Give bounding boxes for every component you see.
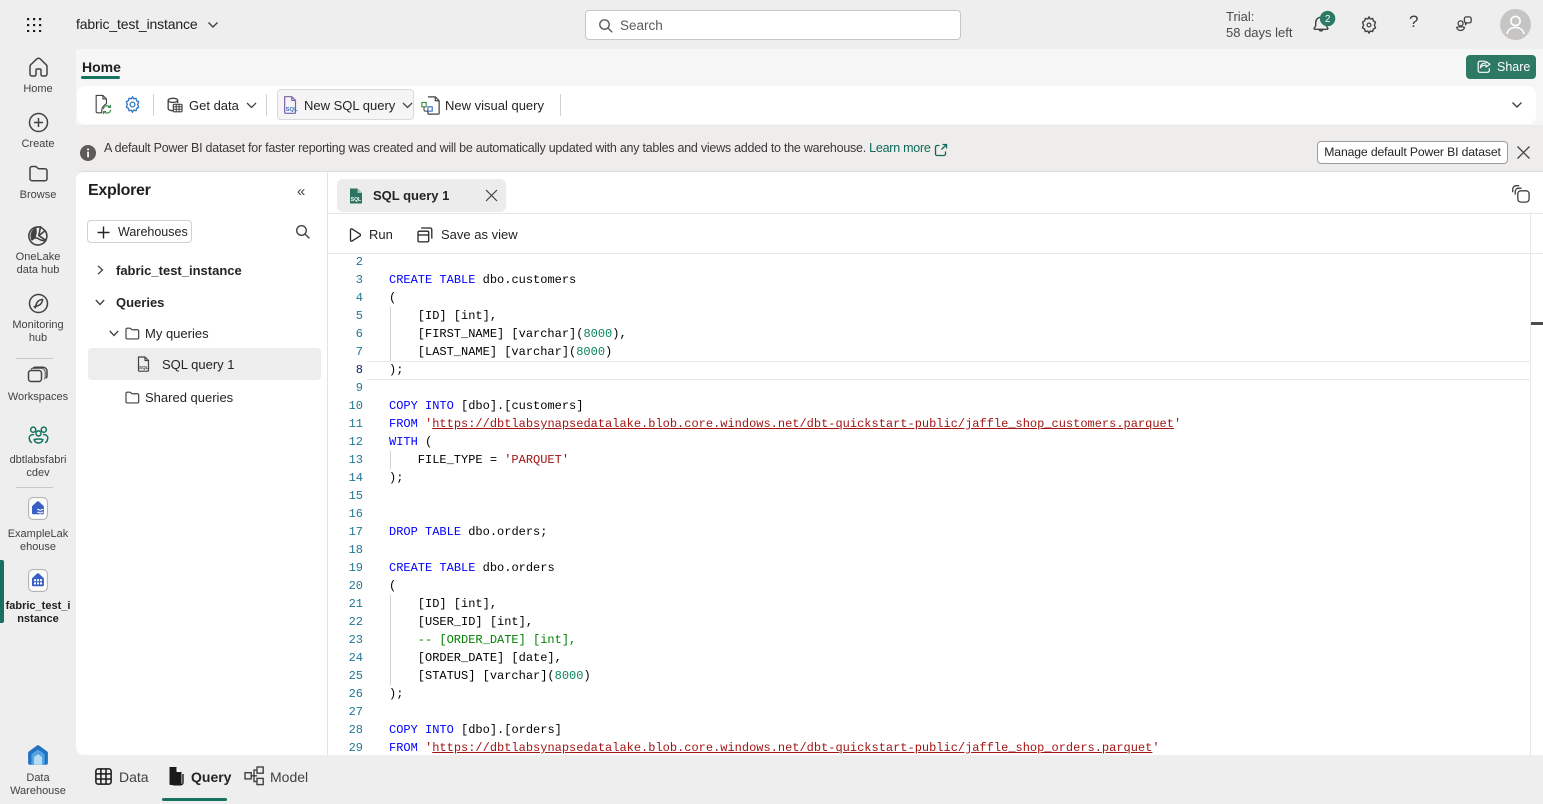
- svg-text:2: 2: [1325, 14, 1331, 25]
- svg-text:SQL: SQL: [139, 365, 149, 370]
- svg-text:SQL: SQL: [286, 107, 298, 113]
